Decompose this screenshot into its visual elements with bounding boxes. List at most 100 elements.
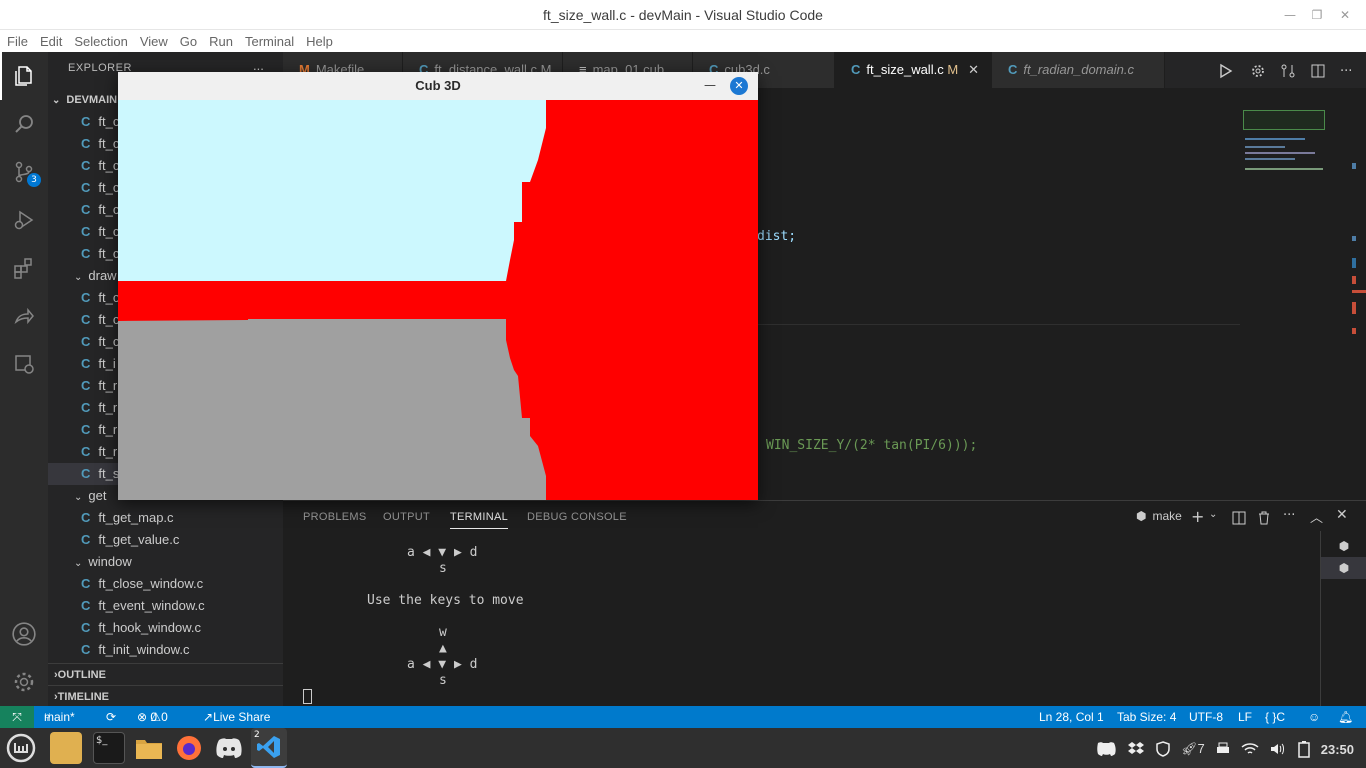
- c-file-icon: C: [81, 598, 91, 613]
- clock[interactable]: 23:50: [1321, 742, 1354, 757]
- run-icon[interactable]: [1218, 63, 1236, 79]
- system-tray: 🚀︎7 23:50: [1095, 740, 1365, 758]
- maximize-button[interactable]: ❐: [1309, 7, 1325, 23]
- cub3d-window[interactable]: Cub 3D — ✕: [118, 72, 758, 500]
- tab-problems[interactable]: PROBLEMS: [303, 511, 367, 523]
- extensions-icon[interactable]: [0, 244, 48, 292]
- printer-icon[interactable]: [1215, 741, 1231, 757]
- vscode-icon[interactable]: 2: [251, 728, 287, 768]
- battery-icon[interactable]: [1297, 740, 1311, 758]
- encoding[interactable]: UTF-8: [1189, 706, 1223, 728]
- settings-icon[interactable]: [1250, 63, 1266, 79]
- terminal-icon[interactable]: $_: [93, 732, 125, 764]
- more-actions-icon[interactable]: ···: [1283, 508, 1295, 523]
- split-editor-icon[interactable]: [1310, 63, 1326, 79]
- remote-explorer-icon[interactable]: [0, 340, 48, 388]
- c-file-icon: C: [851, 62, 861, 77]
- file-item[interactable]: Cft_get_value.c: [48, 529, 283, 551]
- shield-icon[interactable]: [1155, 741, 1171, 757]
- more-icon[interactable]: ···: [1340, 64, 1352, 79]
- discord-tray-icon[interactable]: [1095, 741, 1117, 757]
- discord-icon[interactable]: [213, 732, 245, 764]
- item-label: ft_c: [98, 224, 120, 239]
- more-actions-icon[interactable]: ...: [253, 58, 264, 73]
- c-file-icon: C: [81, 642, 91, 657]
- file-folder-icon[interactable]: [50, 732, 82, 764]
- file-item[interactable]: Cft_close_window.c: [48, 573, 283, 595]
- menu-run[interactable]: Run: [209, 34, 233, 49]
- file-item[interactable]: Cft_event_window.c: [48, 595, 283, 617]
- close-tab-icon[interactable]: ✕: [968, 62, 979, 77]
- maximize-panel-icon[interactable]: ︿: [1310, 507, 1323, 526]
- item-label: ft_r: [98, 444, 118, 459]
- scm-badge: 3: [27, 173, 41, 187]
- live-share-icon[interactable]: [0, 292, 48, 340]
- terminal-instance-icon[interactable]: ⬢: [1321, 535, 1366, 557]
- language-mode[interactable]: { } C: [1265, 706, 1285, 728]
- item-label: ft_c: [98, 290, 120, 305]
- menu-file[interactable]: File: [7, 34, 28, 49]
- search-icon[interactable]: [0, 100, 48, 148]
- line-ending[interactable]: LF: [1238, 706, 1252, 728]
- terminal-selector[interactable]: ⬢ make: [1136, 509, 1182, 523]
- trash-icon[interactable]: [1257, 511, 1271, 525]
- workspace-root-label: DEVMAIN: [66, 94, 118, 106]
- cub3d-minimize-button[interactable]: —: [704, 78, 716, 92]
- linux-mint-menu-icon[interactable]: [5, 732, 37, 764]
- file-item[interactable]: Cft_hook_window.c: [48, 617, 283, 639]
- terminal-name: make: [1152, 509, 1182, 523]
- new-terminal-icon[interactable]: +: [1191, 507, 1204, 526]
- feedback-icon[interactable]: ☺: [1308, 706, 1320, 728]
- menu-help[interactable]: Help: [306, 34, 333, 49]
- sync-icon[interactable]: ⟳: [106, 706, 116, 728]
- line-highlight: [757, 324, 1240, 325]
- minimize-button[interactable]: —: [1282, 7, 1298, 23]
- outline-section[interactable]: ›OUTLINE: [48, 663, 283, 685]
- menu-selection[interactable]: Selection: [74, 34, 127, 49]
- cursor-position[interactable]: Ln 28, Col 1: [1039, 706, 1104, 728]
- source-control-icon[interactable]: 3: [0, 148, 48, 196]
- remote-icon[interactable]: ⤧: [0, 706, 34, 728]
- file-item[interactable]: Cft_init_window.c: [48, 639, 283, 661]
- file-item[interactable]: Cft_get_map.c: [48, 507, 283, 529]
- live-share-button[interactable]: ↗ Live Share: [203, 706, 270, 728]
- files-icon[interactable]: [0, 52, 48, 100]
- updates-indicator[interactable]: 🚀︎7: [1181, 741, 1205, 757]
- window-title: ft_size_wall.c - devMain - Visual Studio…: [543, 7, 823, 23]
- tab-size[interactable]: Tab Size: 4: [1117, 706, 1176, 728]
- timeline-section[interactable]: ›TIMELINE: [48, 685, 283, 707]
- compare-icon[interactable]: [1280, 63, 1296, 79]
- menu-go[interactable]: Go: [180, 34, 197, 49]
- account-icon[interactable]: [0, 610, 48, 658]
- close-button[interactable]: ✕: [1337, 7, 1353, 23]
- files-manager-icon[interactable]: [133, 732, 165, 764]
- tab-output[interactable]: OUTPUT: [383, 511, 430, 523]
- item-label: ft_get_value.c: [98, 532, 180, 547]
- terminal-instance-icon[interactable]: ⬢: [1321, 557, 1366, 579]
- volume-icon[interactable]: [1269, 741, 1287, 757]
- cub3d-render-view[interactable]: [118, 100, 758, 500]
- dropbox-icon[interactable]: [1127, 741, 1145, 757]
- settings-gear-icon[interactable]: [0, 658, 48, 706]
- folder-item[interactable]: ⌄ window: [48, 551, 283, 573]
- split-terminal-icon[interactable]: [1232, 511, 1246, 525]
- cub3d-close-button[interactable]: ✕: [730, 77, 748, 95]
- tab-debug-console[interactable]: DEBUG CONSOLE: [527, 511, 627, 523]
- chevron-down-icon[interactable]: ⌄: [1209, 509, 1217, 520]
- minimap[interactable]: [1243, 110, 1325, 190]
- problems-indicator[interactable]: ⊗ 0 ⚠ 0: [137, 706, 168, 728]
- notifications-icon[interactable]: 🔔︎: [1338, 706, 1353, 728]
- item-label: ft_s: [98, 466, 120, 481]
- close-panel-icon[interactable]: ✕: [1336, 507, 1348, 523]
- run-debug-icon[interactable]: [0, 196, 48, 244]
- wifi-icon[interactable]: [1241, 741, 1259, 757]
- firefox-icon[interactable]: [173, 732, 205, 764]
- tab-size-wall[interactable]: Cft_size_wall.c M ✕: [835, 52, 992, 88]
- scroll-marker: [1352, 290, 1366, 293]
- menu-view[interactable]: View: [140, 34, 168, 49]
- tab-terminal[interactable]: TERMINAL: [450, 511, 509, 529]
- modified-badge: M: [947, 62, 959, 77]
- tab-radian-domain[interactable]: Cft_radian_domain.c: [992, 52, 1165, 88]
- menu-edit[interactable]: Edit: [40, 34, 62, 49]
- menu-terminal[interactable]: Terminal: [245, 34, 294, 49]
